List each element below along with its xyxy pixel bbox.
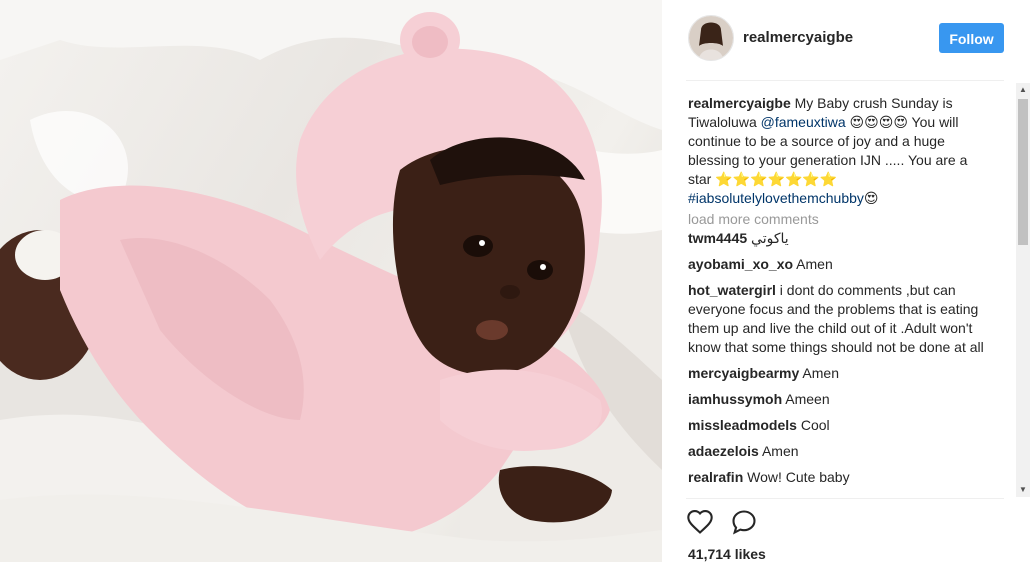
comment-text: Amen bbox=[793, 256, 833, 272]
post-username[interactable]: realmercyaigbe bbox=[743, 29, 853, 46]
avatar-image bbox=[689, 16, 733, 60]
comments-list: realmercyaigbe My Baby crush Sunday is T… bbox=[688, 94, 986, 498]
instagram-post-modal: realmercyaigbe Follow realmercyaigbe My … bbox=[0, 0, 1033, 562]
caption-emoji: 😍 bbox=[863, 190, 879, 206]
comment-item: mercyaigbearmy Amen bbox=[688, 364, 986, 383]
avatar[interactable] bbox=[688, 15, 734, 61]
comment-text: Cool bbox=[796, 417, 830, 433]
comments-scrollbar[interactable]: ▲ ▼ bbox=[1016, 83, 1030, 497]
comment-username[interactable]: iamhussymoh bbox=[688, 391, 782, 407]
actions-divider bbox=[686, 498, 1004, 499]
caption-mention-link[interactable]: @fameuxtiwa bbox=[761, 114, 846, 130]
comment-text: ياكوتي bbox=[747, 230, 789, 246]
heart-icon[interactable] bbox=[686, 508, 716, 538]
comment-username[interactable]: ayobami_xo_xo bbox=[688, 256, 793, 272]
comment-username[interactable]: hot_watergirl bbox=[688, 282, 776, 298]
comment-text: Amen bbox=[799, 365, 839, 381]
comment-text: Ameen bbox=[782, 391, 830, 407]
post-side-panel: realmercyaigbe Follow realmercyaigbe My … bbox=[662, 0, 1033, 562]
comment-item: iamhussymoh Ameen bbox=[688, 390, 986, 409]
header-divider bbox=[686, 80, 1004, 81]
post-header: realmercyaigbe Follow bbox=[662, 0, 1033, 80]
comment-item: missleadmodels Cool bbox=[688, 416, 986, 435]
scrollbar-thumb[interactable] bbox=[1018, 99, 1028, 245]
comment-item: ayobami_xo_xo Amen bbox=[688, 255, 986, 274]
caption-username[interactable]: realmercyaigbe bbox=[688, 95, 791, 111]
comment-username[interactable]: adaezelois bbox=[688, 443, 759, 459]
comment-username[interactable]: missleadmodels bbox=[688, 417, 797, 433]
comment-item: twm4445 ياكوتي bbox=[688, 229, 986, 248]
likes-count[interactable]: 41,714 likes bbox=[688, 546, 766, 562]
post-caption: realmercyaigbe My Baby crush Sunday is T… bbox=[688, 94, 986, 208]
baby-photo-illustration bbox=[0, 0, 662, 562]
post-photo[interactable] bbox=[0, 0, 662, 562]
comment-item: hot_watergirl i dont do comments ,but ca… bbox=[688, 281, 986, 357]
comment-username[interactable]: mercyaigbearmy bbox=[688, 365, 799, 381]
comment-username[interactable]: realrafin bbox=[688, 469, 743, 485]
load-more-comments-link[interactable]: load more comments bbox=[688, 210, 986, 229]
comment-text: Amen bbox=[758, 443, 799, 459]
comment-text: Wow! Cute baby bbox=[743, 469, 850, 485]
scroll-up-arrow-icon[interactable]: ▲ bbox=[1016, 83, 1030, 97]
comment-item: realrafin Wow! Cute baby bbox=[688, 468, 986, 487]
comment-icon[interactable] bbox=[730, 508, 760, 538]
follow-button[interactable]: Follow bbox=[939, 23, 1004, 53]
scroll-down-arrow-icon[interactable]: ▼ bbox=[1016, 483, 1030, 497]
comment-username[interactable]: twm4445 bbox=[688, 230, 747, 246]
caption-hashtag-link[interactable]: #iabsolutelylovethemchubby bbox=[688, 190, 864, 206]
comment-item: adaezelois Amen bbox=[688, 442, 986, 461]
